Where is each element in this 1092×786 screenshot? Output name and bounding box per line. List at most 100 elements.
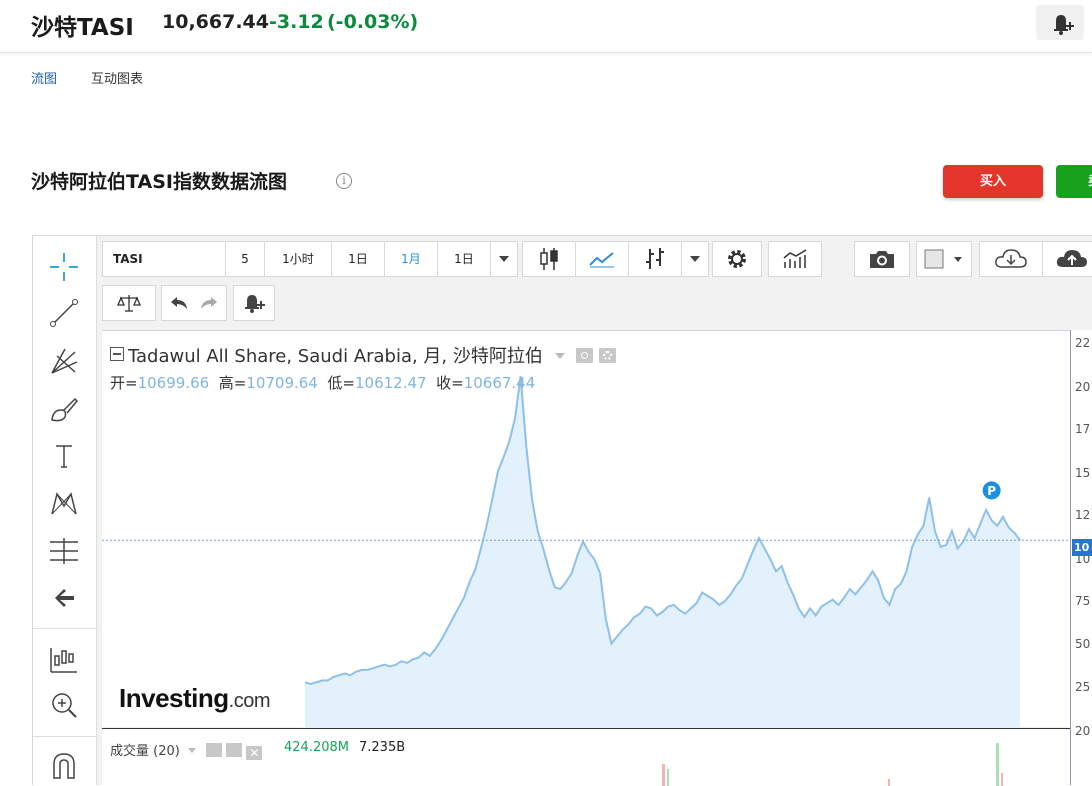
candlestick-style-button[interactable] [522, 241, 576, 277]
brand-suffix: .com [228, 690, 271, 712]
fan-icon [51, 348, 78, 374]
symbol-input[interactable]: TASI [102, 241, 226, 277]
last-price: 10,667.44 [162, 11, 269, 33]
text-icon [56, 445, 72, 468]
volume-value: 424.208M [284, 740, 349, 755]
tab-interactive-chart[interactable]: 互动图表 [91, 68, 143, 87]
y-tick: 25 [1075, 680, 1091, 694]
toolbar-divider [33, 736, 97, 737]
sell-button[interactable]: 卖 [1056, 165, 1092, 198]
collapse-legend-icon[interactable] [110, 347, 124, 361]
range-dropdown[interactable] [490, 241, 518, 277]
brush-icon [51, 397, 79, 422]
candles-icon [50, 648, 77, 673]
price-area-fill [305, 376, 1020, 728]
bell-plus-icon [1054, 15, 1074, 35]
pattern-tool[interactable] [47, 486, 81, 520]
investing-logo: Investing.com [119, 683, 270, 714]
price-axis[interactable]: 22 20 17 15 12 10 75 50 25 20 [1070, 330, 1092, 785]
ohlc-legend: 开=10699.66 高=10709.64 低=10612.47 收=10667… [110, 372, 535, 393]
chart-toolbar: TASI 5 1小时 1日 1月 1日 [98, 236, 1092, 330]
arrow-left-icon [55, 589, 74, 607]
legend-caret-icon[interactable] [554, 353, 565, 359]
legend-caret-icon[interactable] [187, 748, 196, 753]
low-value: 10612.47 [354, 374, 427, 392]
close-icon[interactable]: ✕ [246, 746, 263, 760]
high-label: 高= [218, 374, 247, 392]
drawing-toolbar [33, 236, 97, 785]
magnet-icon [53, 753, 75, 779]
volume-bar [1001, 773, 1003, 786]
line-chart-icon [589, 252, 614, 268]
add-alert-button[interactable] [233, 285, 275, 321]
buy-button[interactable]: 买入 [943, 165, 1043, 198]
trend-line-icon [50, 299, 78, 327]
volume-value-total: 7.235B [359, 740, 406, 755]
eye-icon[interactable] [576, 348, 594, 363]
pivot-marker-label: P [987, 484, 996, 498]
save-chart-button[interactable] [1042, 241, 1092, 277]
caret-down-icon [690, 256, 700, 262]
color-picker-button[interactable] [916, 241, 972, 277]
tab-flow-chart[interactable]: 流图 [31, 68, 57, 87]
chart-style-dropdown[interactable] [681, 241, 709, 277]
gear-icon[interactable] [226, 743, 243, 757]
close-label: 收= [436, 374, 464, 392]
text-tool[interactable] [47, 439, 81, 473]
gear-icon [728, 250, 746, 268]
load-chart-button[interactable] [979, 241, 1043, 277]
quote-header: 沙特TASI 10,667.44 -3.12 (-0.03%) [0, 0, 1092, 53]
y-tick: 20 [1075, 724, 1091, 738]
line-style-button[interactable] [575, 241, 629, 277]
undo-icon[interactable] [166, 294, 222, 312]
volume-bar [662, 764, 665, 786]
range-button[interactable]: 1日 [437, 241, 491, 277]
open-label: 开= [110, 374, 138, 392]
bell-plus-icon [245, 295, 265, 313]
volume-label-text: 成交量 (20) [110, 744, 180, 759]
undo-redo-group [161, 285, 227, 321]
high-value: 10709.64 [246, 374, 318, 392]
interval-1m-button[interactable]: 1月 [384, 241, 438, 277]
gann-fan-tool[interactable] [47, 344, 81, 378]
interval-1h-button[interactable]: 1小时 [264, 241, 332, 277]
gear-icon[interactable] [599, 348, 617, 363]
trend-line-tool[interactable] [47, 296, 81, 330]
bar-style-button[interactable] [628, 241, 682, 277]
chart-legend-title: Tadawul All Share, Saudi Arabia, 月, 沙特阿拉… [110, 342, 617, 368]
remove-drawings-tool[interactable] [47, 581, 81, 615]
caret-down-icon [499, 256, 509, 262]
volume-label: 成交量 (20) ✕ [110, 740, 263, 760]
screenshot-button[interactable] [854, 241, 910, 277]
info-icon[interactable]: i [336, 173, 352, 189]
brush-tool[interactable] [47, 392, 81, 426]
pattern-icon [51, 492, 77, 515]
settings-button[interactable] [712, 241, 762, 277]
chart-type-tool[interactable] [47, 642, 81, 676]
alert-button[interactable] [1036, 5, 1084, 40]
open-value: 10699.66 [137, 374, 210, 392]
brand-name: Investing [119, 683, 229, 713]
interval-5-button[interactable]: 5 [225, 241, 265, 277]
interval-1d-button[interactable]: 1日 [331, 241, 385, 277]
eye-icon[interactable] [206, 743, 223, 757]
cloud-upload-icon [1056, 250, 1087, 267]
low-label: 低= [327, 374, 355, 392]
y-tick: 15 [1075, 466, 1091, 480]
compare-button[interactable] [102, 285, 156, 321]
indicators-button[interactable] [768, 241, 822, 277]
bars-icon [646, 248, 664, 269]
y-tick: 12 [1075, 508, 1091, 522]
camera-icon [870, 251, 894, 268]
toolbar-divider [33, 628, 97, 629]
cloud-download-icon [995, 249, 1027, 268]
zoom-tool[interactable] [47, 688, 81, 722]
candlestick-icon [540, 248, 558, 270]
indicators-icon [783, 249, 807, 268]
crosshair-tool[interactable] [47, 250, 81, 284]
zoom-in-icon [52, 693, 77, 718]
magnet-tool[interactable] [47, 748, 81, 782]
measure-tool[interactable] [47, 534, 81, 568]
volume-bar [996, 743, 999, 786]
legend-title-text: Tadawul All Share, Saudi Arabia, 月, 沙特阿拉… [128, 346, 543, 367]
